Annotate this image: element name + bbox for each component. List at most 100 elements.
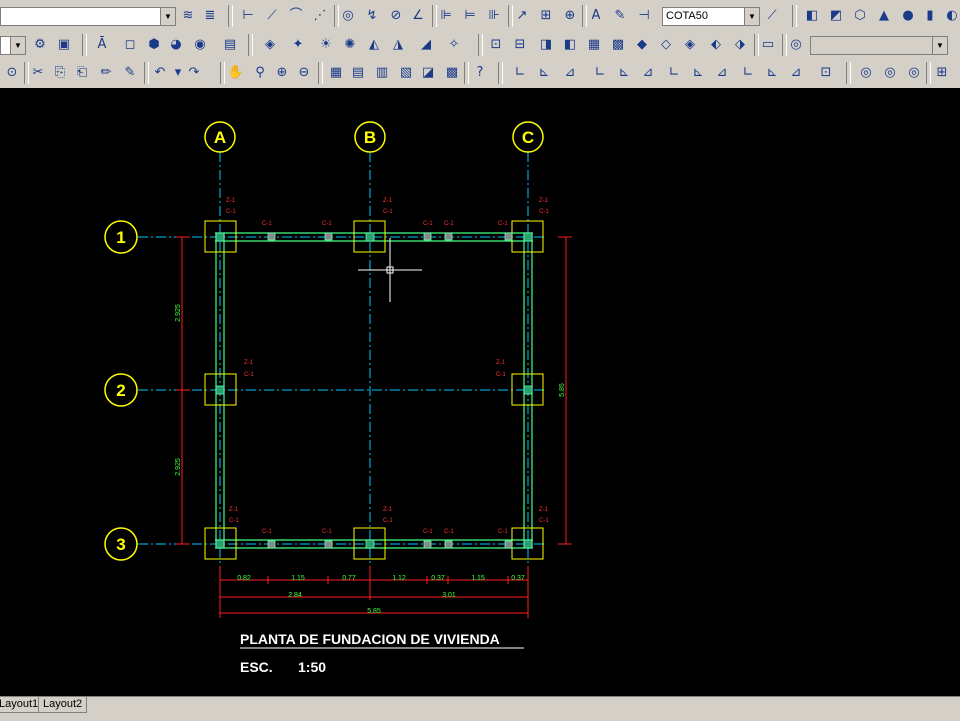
ordinate-dimension-icon[interactable]: ⋰ xyxy=(310,6,330,26)
layer-previous-icon[interactable]: ≣ xyxy=(200,6,220,26)
view-front-icon[interactable]: ▦ xyxy=(584,35,604,55)
pan-icon[interactable]: ✋ xyxy=(226,63,246,83)
zoom-realtime-icon[interactable]: ⚲ xyxy=(250,63,270,83)
undo-icon[interactable]: ↶ xyxy=(150,63,170,83)
markup-icon[interactable]: ◪ xyxy=(418,63,438,83)
jogged-dimension-icon[interactable]: ↯ xyxy=(362,6,382,26)
match-properties-icon[interactable]: ⊙ xyxy=(2,63,22,83)
radius-dimension-icon[interactable]: ◎ xyxy=(338,6,358,26)
angular-dimension-icon[interactable]: ∠ xyxy=(408,6,428,26)
view-left-icon[interactable]: ◨ xyxy=(536,35,556,55)
linetype-combo[interactable]: ▼ xyxy=(0,36,26,55)
hidden-box-icon[interactable]: ⬢ xyxy=(144,35,164,55)
toolbar-separator xyxy=(318,62,323,84)
linear-dimension-icon[interactable]: ⊢ xyxy=(238,6,258,26)
zoom-window-icon[interactable]: ⊕ xyxy=(272,63,292,83)
ucs-x-icon[interactable]: ∟ xyxy=(738,63,758,83)
ucs-face-icon[interactable]: ∟ xyxy=(590,63,610,83)
render-settings-icon[interactable]: ⚙ xyxy=(30,35,50,55)
box-icon[interactable]: ◧ xyxy=(802,6,822,26)
ucs-apply-icon[interactable]: ⊡ xyxy=(816,63,836,83)
tab-layout1[interactable]: Layout1 xyxy=(0,697,44,713)
camera-icon[interactable]: ▭ xyxy=(758,35,778,55)
sphere-icon[interactable]: ● xyxy=(898,6,918,26)
cylinder-icon[interactable]: ▮ xyxy=(920,6,940,26)
torus-icon[interactable]: ◐ xyxy=(942,6,960,26)
continue-dimension-icon[interactable]: ⊪ xyxy=(484,6,504,26)
dimension-update-icon[interactable]: ⊣ xyxy=(634,6,654,26)
calculator-icon[interactable]: ▩ xyxy=(442,63,462,83)
cut-icon[interactable]: ✂ xyxy=(28,63,48,83)
shaded-sphere-icon[interactable]: ◕ xyxy=(166,35,186,55)
center-mark-icon[interactable]: ⊕ xyxy=(560,6,580,26)
paste-icon[interactable]: ⎗ xyxy=(72,63,92,83)
view-top-icon[interactable]: ⊡ xyxy=(486,35,506,55)
ucs-icon[interactable]: ∟ xyxy=(510,63,530,83)
arc-length-icon[interactable]: ⌒ xyxy=(286,6,306,26)
quick-dimension-icon[interactable]: ⊫ xyxy=(436,6,456,26)
tab-layout2[interactable]: Layout2 xyxy=(38,697,88,713)
materials-icon[interactable]: ▣ xyxy=(54,35,74,55)
subtract-icon[interactable]: ◎ xyxy=(880,63,900,83)
named-view-icon[interactable]: ◎ xyxy=(786,35,806,55)
sheet-set-icon[interactable]: ▧ xyxy=(396,63,416,83)
spot-light-icon[interactable]: ◭ xyxy=(364,35,384,55)
ucs-world-icon[interactable]: ⊾ xyxy=(534,63,554,83)
layer-states-icon[interactable]: ≋ xyxy=(178,6,198,26)
zoom-previous-icon[interactable]: ⊖ xyxy=(294,63,314,83)
view-bottom-icon[interactable]: ⊟ xyxy=(510,35,530,55)
extrude-icon[interactable]: ⊞ xyxy=(932,63,952,83)
wireframe-box-icon[interactable]: ◻ xyxy=(120,35,140,55)
view-iso-icon[interactable]: ⬗ xyxy=(730,35,750,55)
ucs-zaxis-icon[interactable]: ⊾ xyxy=(688,63,708,83)
wedge-icon[interactable]: ◩ xyxy=(826,6,846,26)
ucs-view-icon[interactable]: ⊿ xyxy=(638,63,658,83)
view-back-icon[interactable]: ▩ xyxy=(608,35,628,55)
light-icon[interactable]: ☀ xyxy=(316,35,336,55)
dimension-edit-icon[interactable]: A xyxy=(586,6,606,26)
view-right-icon[interactable]: ◧ xyxy=(560,35,580,55)
text-style-icon[interactable]: Ā xyxy=(92,35,112,55)
cone-icon[interactable]: ▲ xyxy=(874,6,894,26)
ucs-z-icon[interactable]: ⊿ xyxy=(786,63,806,83)
tool-palettes-icon[interactable]: ▥ xyxy=(372,63,392,83)
realistic-sphere-icon[interactable]: ◉ xyxy=(190,35,210,55)
dimension-text-edit-icon[interactable]: ✎ xyxy=(610,6,630,26)
layer-combo[interactable]: ▼ xyxy=(0,7,176,26)
redo-icon[interactable]: ↷ xyxy=(184,63,204,83)
view-combo[interactable]: ▼ xyxy=(810,36,948,55)
copy-icon[interactable]: ⎘ xyxy=(50,63,70,83)
help-icon[interactable]: ? xyxy=(470,63,490,83)
distant-light-icon[interactable]: ◮ xyxy=(388,35,408,55)
union-icon[interactable]: ◎ xyxy=(856,63,876,83)
brush-icon[interactable]: ✏ xyxy=(96,63,116,83)
ucs-origin-icon[interactable]: ∟ xyxy=(664,63,684,83)
ucs-y-icon[interactable]: ⊾ xyxy=(762,63,782,83)
dimension-style-icon[interactable]: ⟋ xyxy=(762,6,782,26)
view-nw-iso-icon[interactable]: ⬖ xyxy=(706,35,726,55)
diameter-dimension-icon[interactable]: ⊘ xyxy=(386,6,406,26)
point-light-icon[interactable]: ✺ xyxy=(340,35,360,55)
view-sw-iso-icon[interactable]: ◆ xyxy=(632,35,652,55)
fog-icon[interactable]: ✧ xyxy=(444,35,464,55)
ucs-3point-icon[interactable]: ⊿ xyxy=(712,63,732,83)
tolerance-icon[interactable]: ⊞ xyxy=(536,6,556,26)
intersect-icon[interactable]: ◎ xyxy=(904,63,924,83)
cylinder-flat-icon[interactable]: ⬡ xyxy=(850,6,870,26)
render-icon[interactable]: ◈ xyxy=(260,35,280,55)
dimstyle-combo[interactable]: COTA50 ▼ xyxy=(662,7,760,26)
background-icon[interactable]: ◢ xyxy=(416,35,436,55)
ucs-object-icon[interactable]: ⊾ xyxy=(614,63,634,83)
visual-styles-icon[interactable]: ▤ xyxy=(220,35,240,55)
baseline-dimension-icon[interactable]: ⊨ xyxy=(460,6,480,26)
design-center-icon[interactable]: ▤ xyxy=(348,63,368,83)
ucs-previous-icon[interactable]: ⊿ xyxy=(560,63,580,83)
view-se-iso-icon[interactable]: ◇ xyxy=(656,35,676,55)
view-ne-iso-icon[interactable]: ◈ xyxy=(680,35,700,55)
drawing-canvas[interactable]: A B C 1 2 3 Z-1 C-1 Z-1 C-1 Z-1 C-1 C-1 … xyxy=(0,88,960,696)
quick-leader-icon[interactable]: ↗ xyxy=(512,6,532,26)
pencil-icon[interactable]: ✎ xyxy=(120,63,140,83)
properties-icon[interactable]: ▦ xyxy=(326,63,346,83)
aligned-dimension-icon[interactable]: ⟋ xyxy=(262,6,282,26)
scene-icon[interactable]: ✦ xyxy=(288,35,308,55)
